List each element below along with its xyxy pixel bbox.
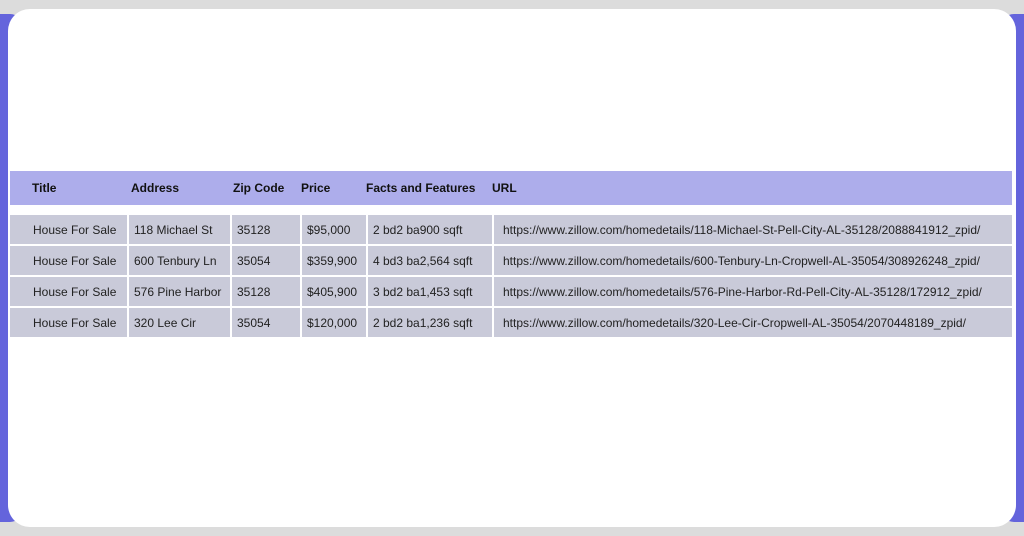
cell-address: 576 Pine Harbor (129, 277, 230, 306)
table-header: Title Address Zip Code Price Facts and F… (10, 171, 1012, 205)
table-row: House For Sale 320 Lee Cir 35054 $120,000 2 … (10, 308, 1012, 337)
cell-price: $95,000 (302, 215, 366, 244)
cell-address: 600 Tenbury Ln (129, 246, 230, 275)
cell-url: https://www.zillow.com/homedetails/320-L… (494, 308, 1012, 337)
header-address: Address (131, 181, 180, 195)
cell-facts: 3 bd2 ba1,453 sqft (368, 277, 492, 306)
cell-zip: 35128 (232, 277, 300, 306)
table-row: House For Sale 118 Michael St 35128 $95,000… (10, 215, 1012, 244)
cell-address: 118 Michael St (129, 215, 230, 244)
header-price: Price (301, 181, 331, 195)
cell-title: House For Sale (10, 308, 127, 337)
cell-url: https://www.zillow.com/homedetails/576-P… (494, 277, 1012, 306)
cell-zip: 35054 (232, 246, 300, 275)
header-facts: Facts and Features (366, 181, 476, 195)
cell-url: https://www.zillow.com/homedetails/600-T… (494, 246, 1012, 275)
cell-zip: 35128 (232, 215, 300, 244)
cell-facts: 4 bd3 ba2,564 sqft (368, 246, 492, 275)
header-title: Title (32, 181, 57, 195)
cell-title: House For Sale (10, 246, 127, 275)
cell-title: House For Sale (10, 215, 127, 244)
cell-address: 320 Lee Cir (129, 308, 230, 337)
cell-url: https://www.zillow.com/homedetails/118-M… (494, 215, 1012, 244)
table-row: House For Sale 576 Pine Harbor 35128 $405,9… (10, 277, 1012, 306)
header-url: URL (492, 181, 517, 195)
listings-table: Title Address Zip Code Price Facts and F… (10, 171, 1012, 339)
cell-facts: 2 bd2 ba1,236 sqft (368, 308, 492, 337)
header-zip: Zip Code (233, 181, 285, 195)
cell-price: $405,900 (302, 277, 366, 306)
cell-price: $359,900 (302, 246, 366, 275)
cell-price: $120,000 (302, 308, 366, 337)
table-row: House For Sale 600 Tenbury Ln 35054 $359,90… (10, 246, 1012, 275)
cell-zip: 35054 (232, 308, 300, 337)
cell-facts: 2 bd2 ba900 sqft (368, 215, 492, 244)
cell-title: House For Sale (10, 277, 127, 306)
